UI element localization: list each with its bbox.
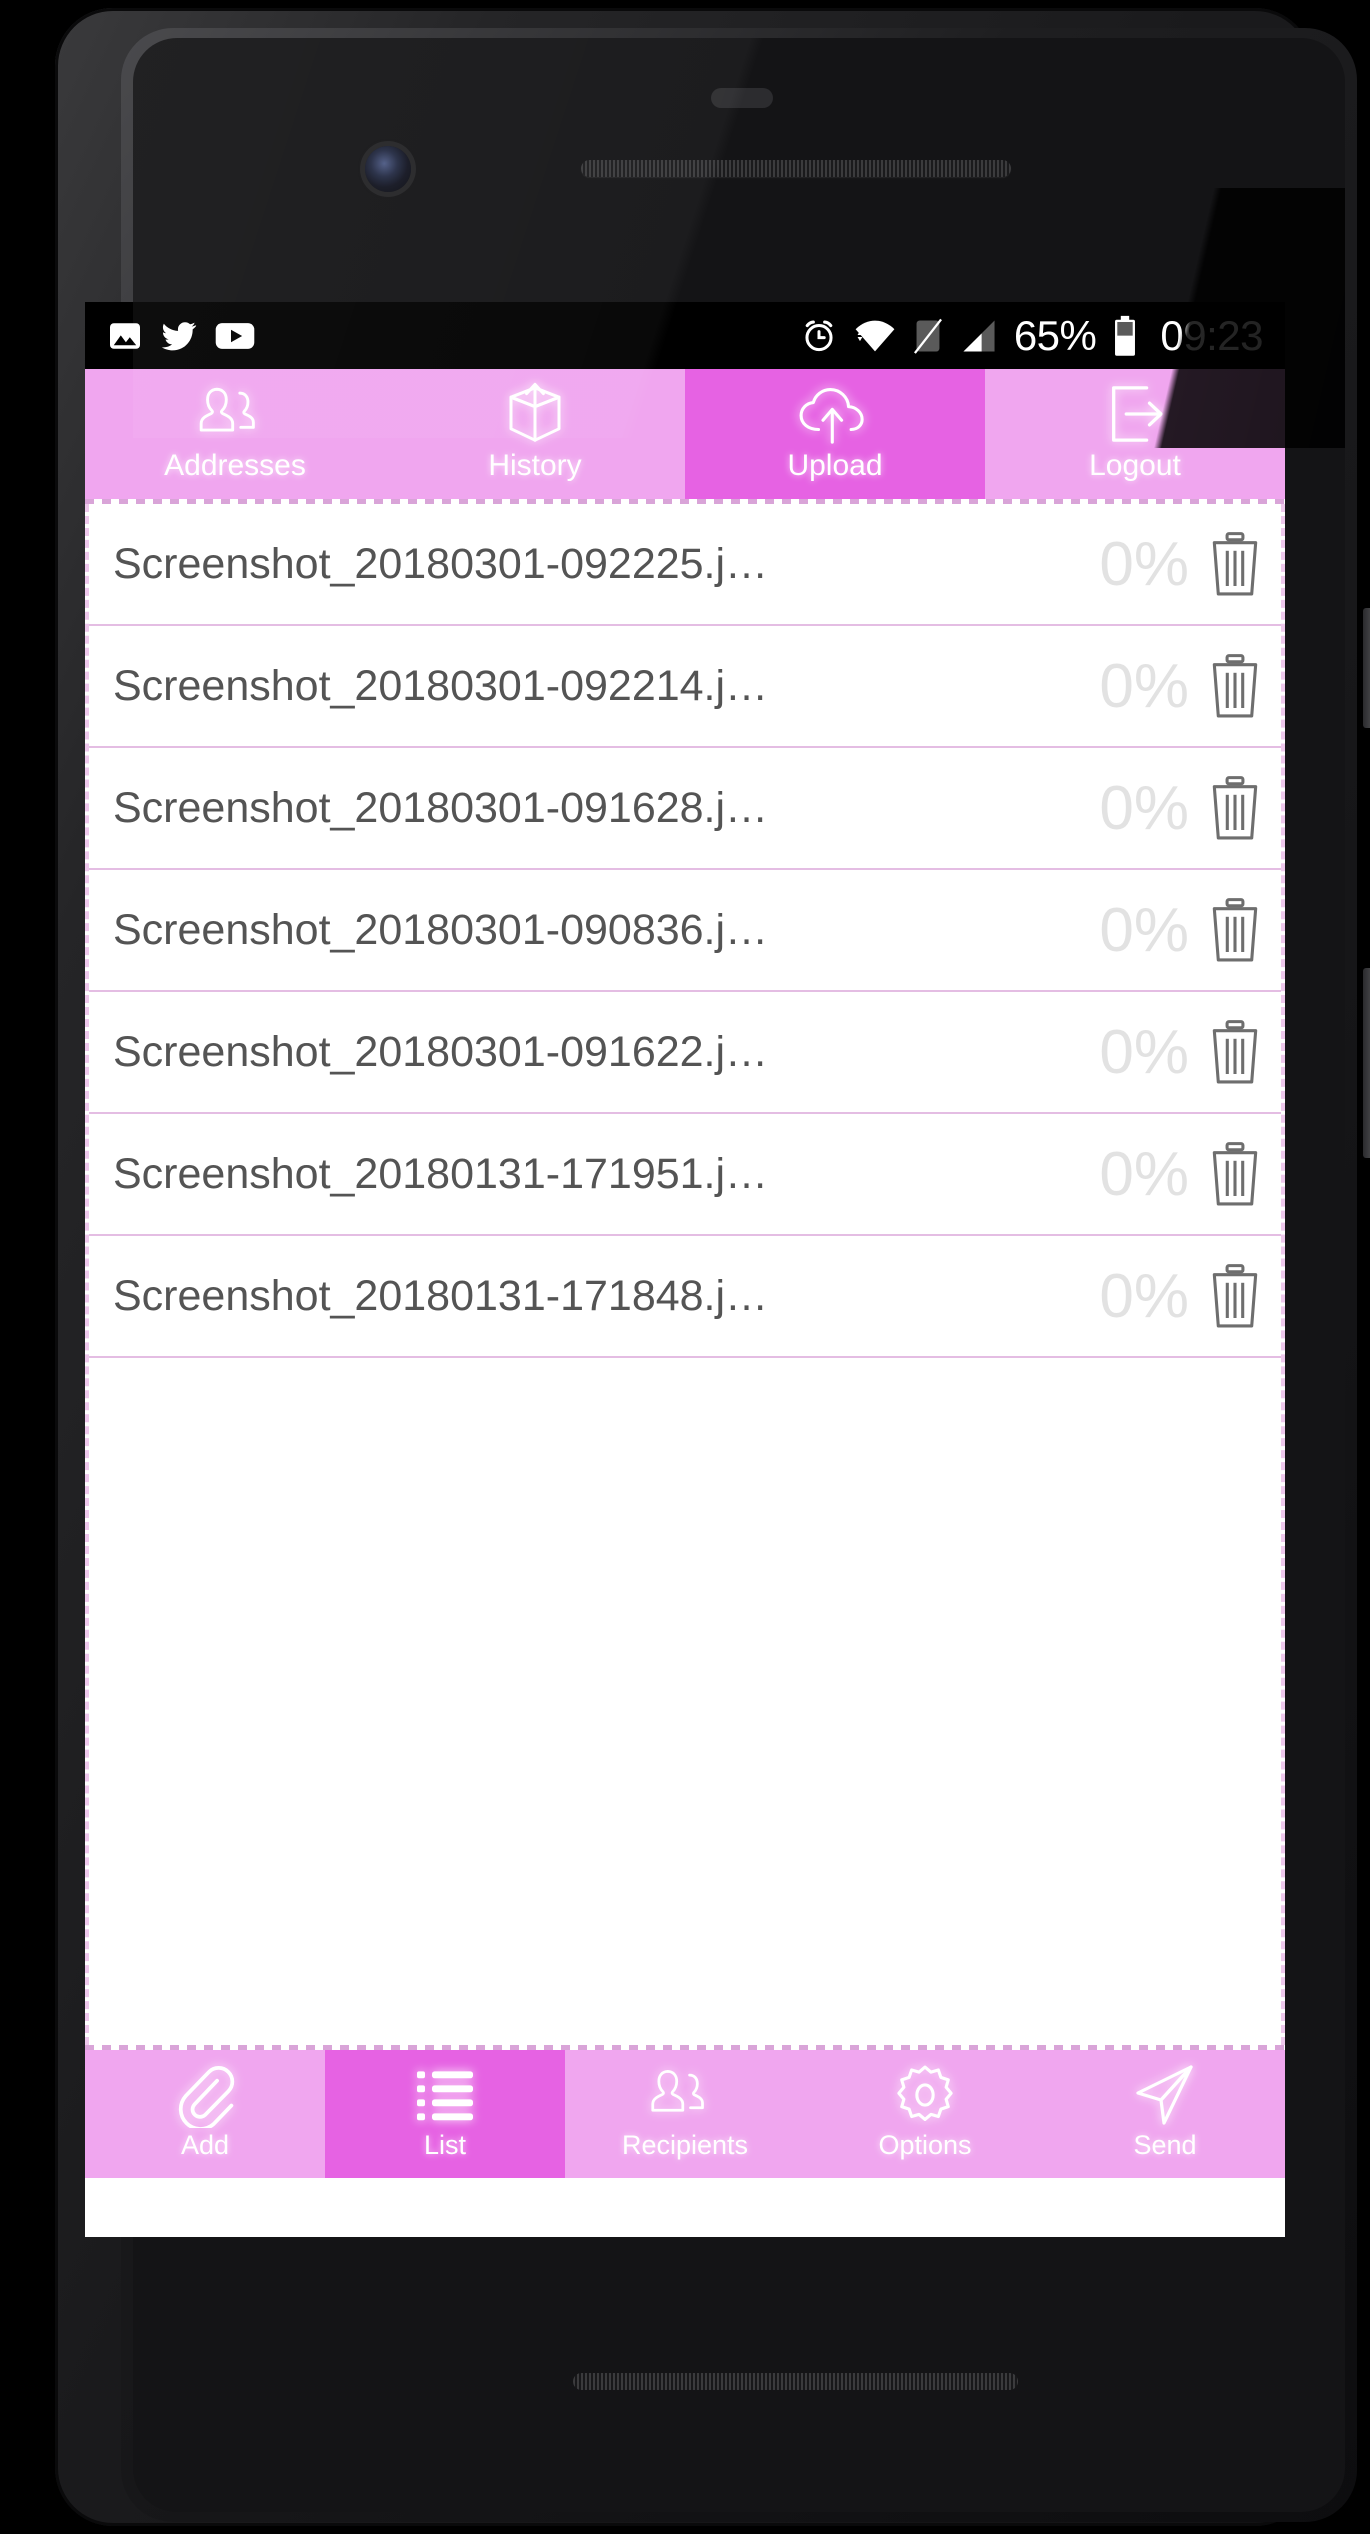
tab-upload-label: Upload [787,449,883,482]
power-button[interactable] [1363,608,1370,728]
table-row[interactable]: Screenshot_20180301-091622.j… 0% [89,992,1281,1114]
gallery-image-icon [110,322,140,349]
trash-icon[interactable] [1203,775,1267,841]
upload-progress-label: 0% [1099,1139,1189,1209]
nav-list-label: List [423,2130,467,2160]
trash-icon[interactable] [1203,1263,1267,1329]
table-row[interactable]: Screenshot_20180301-092225.j… 0% [89,504,1281,626]
tab-logout-label: Logout [1089,449,1181,482]
cloud-upload-icon [796,382,874,446]
trash-icon[interactable] [1203,1019,1267,1085]
contacts-icon [650,2060,720,2130]
table-row[interactable]: Screenshot_20180301-090836.j… 0% [89,870,1281,992]
nav-recipients[interactable]: Recipients [565,2050,805,2178]
table-row[interactable]: Screenshot_20180131-171951.j… 0% [89,1114,1281,1236]
file-name-label: Screenshot_20180301-092214.j… [113,661,769,710]
tab-logout[interactable]: Logout [985,369,1285,499]
front-camera [365,146,411,192]
status-bar-clock: 09:23 [1160,311,1263,359]
upload-progress-label: 0% [1099,1261,1189,1331]
status-bar: 65% 09:23 [85,302,1285,369]
volume-rocker-button[interactable] [1363,968,1370,1158]
nav-recipients-label: Recipients [621,2130,749,2160]
wifi-icon [855,320,895,351]
send-plane-icon [1133,2060,1197,2130]
nav-add-label: Add [180,2130,230,2160]
file-name-label: Screenshot_20180301-092225.j… [113,539,769,588]
bottom-speaker-grille [573,2373,1018,2390]
tab-history-label: History [488,449,582,482]
youtube-icon [215,322,255,349]
upload-progress-label: 0% [1099,651,1189,721]
battery-percent-label: 65% [1013,311,1097,359]
tab-addresses[interactable]: Addresses [85,369,385,499]
android-screen: 65% 09:23 Addresses History Upload Logou… [85,302,1285,2237]
logout-icon [1102,382,1168,446]
nav-options-label: Options [878,2130,972,2160]
table-row[interactable]: Screenshot_20180131-171848.j… 0% [89,1236,1281,1358]
no-sim-icon [913,318,942,354]
upload-file-list[interactable]: Screenshot_20180301-092225.j… 0% Screens… [85,504,1285,2045]
box-upload-icon [503,382,567,446]
trash-icon[interactable] [1203,531,1267,597]
upload-progress-label: 0% [1099,529,1189,599]
battery-icon [1115,315,1136,356]
tab-history[interactable]: History [385,369,685,499]
upload-progress-label: 0% [1099,895,1189,965]
proximity-sensor [711,88,773,108]
nav-send-label: Send [1133,2130,1197,2160]
file-name-label: Screenshot_20180301-091628.j… [113,783,769,832]
nav-send[interactable]: Send [1045,2050,1285,2178]
contacts-icon [198,382,272,446]
earpiece-speaker [581,160,1011,177]
gear-icon [894,2060,956,2130]
nav-add[interactable]: Add [85,2050,325,2178]
table-row[interactable]: Screenshot_20180301-091628.j… 0% [89,748,1281,870]
status-bar-notification-icons [107,318,255,354]
cellular-signal-icon [963,319,995,352]
status-bar-system-icons: 65% 09:23 [800,312,1263,360]
list-icon [415,2060,475,2130]
tab-addresses-label: Addresses [164,449,306,482]
file-list-empty-space [89,1358,1281,1967]
file-name-label: Screenshot_20180301-091622.j… [113,1027,769,1076]
file-name-label: Screenshot_20180131-171951.j… [113,1149,769,1198]
top-tab-bar: Addresses History Upload Logout [85,369,1285,499]
nav-options[interactable]: Options [805,2050,1045,2178]
table-row[interactable]: Screenshot_20180301-092214.j… 0% [89,626,1281,748]
upload-progress-label: 0% [1099,1017,1189,1087]
file-name-label: Screenshot_20180131-171848.j… [113,1271,769,1320]
tab-upload[interactable]: Upload [685,369,985,499]
twitter-icon [161,321,197,350]
trash-icon[interactable] [1203,1141,1267,1207]
upload-progress-label: 0% [1099,773,1189,843]
paperclip-icon [174,2060,236,2130]
alarm-icon [805,319,833,351]
nav-list[interactable]: List [325,2050,565,2178]
trash-icon[interactable] [1203,897,1267,963]
file-name-label: Screenshot_20180301-090836.j… [113,905,769,954]
bottom-nav-bar: Add List Recipients Options Send [85,2050,1285,2178]
trash-icon[interactable] [1203,653,1267,719]
